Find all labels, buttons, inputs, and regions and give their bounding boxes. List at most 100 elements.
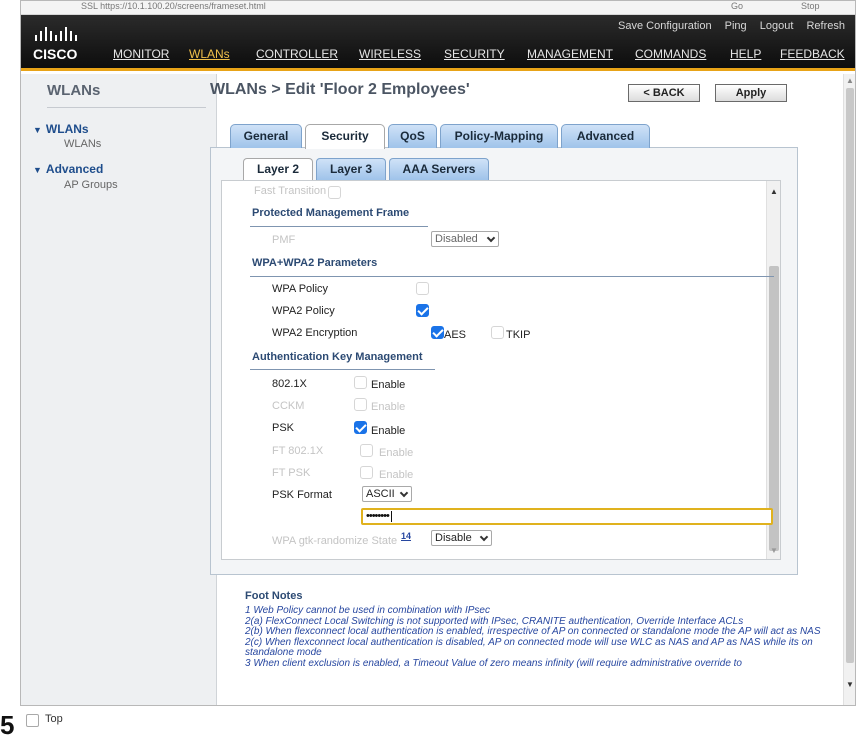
sidebar-item-ap-groups[interactable]: AP Groups — [64, 179, 118, 191]
top-label: Top — [45, 713, 63, 725]
fast-transition-label: Fast Transition — [254, 185, 327, 197]
akm-ft-8021x-enable-label: Enable — [379, 447, 414, 459]
chevron-down-icon — [479, 532, 489, 542]
footnotes-title: Foot Notes — [245, 590, 303, 602]
sidebar-group-advanced[interactable]: ▼ Advanced — [33, 162, 103, 176]
refresh-link[interactable]: Refresh — [806, 20, 845, 32]
header-bar: CISCO Save Configuration Ping Logout Ref… — [21, 15, 855, 71]
address-strip: SSL https://10.1.100.20/screens/frameset… — [21, 1, 855, 15]
tab-advanced[interactable]: Advanced — [561, 124, 650, 148]
triangle-down-icon: ▼ — [33, 125, 42, 135]
wpa2-policy-checkbox[interactable] — [416, 304, 429, 317]
scroll-down-icon[interactable]: ▼ — [846, 680, 854, 689]
footnotes-section: Foot Notes 1 Web Policy cannot be used i… — [210, 578, 821, 702]
subtab-layer-3[interactable]: Layer 3 — [316, 158, 386, 180]
logo-text: CISCO — [33, 46, 77, 62]
triangle-down-icon: ▼ — [33, 165, 42, 175]
psk-format-label: PSK Format — [272, 489, 332, 501]
akm-cckm-checkbox[interactable] — [354, 398, 367, 411]
nav-commands[interactable]: COMMANDS — [635, 47, 706, 61]
sidebar-group-wlans[interactable]: ▼ WLANs — [33, 122, 89, 136]
gtk-footnote-link[interactable]: 14 — [401, 531, 411, 541]
sidebar-group-label: Advanced — [45, 162, 104, 176]
sidebar-group-label: WLANs — [45, 122, 89, 136]
pmf-label: PMF — [272, 234, 296, 246]
utility-links: Save Configuration Ping Logout Refresh — [608, 20, 845, 32]
nav-feedback[interactable]: FEEDBACK — [780, 47, 845, 61]
scroll-down-icon[interactable]: ▼ — [770, 546, 778, 555]
footnotes-text: 1 Web Policy cannot be used in combinati… — [245, 605, 830, 669]
sidebar: WLANs ▼ WLANs WLANs ▼ Advanced AP Groups — [21, 74, 217, 705]
gtk-randomize-select[interactable]: Disable — [431, 530, 492, 546]
page-scrollbar[interactable]: ▲ ▼ — [843, 74, 855, 705]
section-divider — [250, 276, 774, 277]
nav-controller[interactable]: CONTROLLER — [256, 47, 338, 61]
section-divider — [250, 369, 435, 370]
nav-security[interactable]: SECURITY — [444, 47, 505, 61]
akm-8021x-label: 802.1X — [272, 378, 307, 390]
panel-scrollbar[interactable]: ▲ ▼ — [766, 181, 780, 559]
scroll-up-icon[interactable]: ▲ — [846, 76, 854, 85]
pmf-select[interactable]: Disabled — [431, 231, 499, 247]
psk-format-select[interactable]: ASCII — [362, 486, 412, 502]
ping-link[interactable]: Ping — [725, 20, 747, 32]
layer2-settings-panel: ▲ ▼ — [221, 180, 781, 560]
tab-general[interactable]: General — [230, 124, 302, 148]
page-title: WLANs > Edit 'Floor 2 Employees' — [210, 81, 470, 98]
akm-ft-psk-checkbox[interactable] — [360, 466, 373, 479]
tkip-label: TKIP — [506, 329, 531, 341]
nav-management[interactable]: MANAGEMENT — [527, 47, 613, 61]
subtab-layer-2[interactable]: Layer 2 — [243, 158, 313, 181]
wpa-section-heading: WPA+WPA2 Parameters — [252, 257, 378, 269]
tab-policy-mapping[interactable]: Policy-Mapping — [440, 124, 558, 148]
akm-psk-checkbox[interactable] — [354, 421, 367, 434]
pmf-select-value: Disabled — [435, 233, 478, 245]
sidebar-item-wlans[interactable]: WLANs — [64, 138, 101, 150]
page-scroll-thumb[interactable] — [846, 88, 854, 663]
back-button[interactable]: < BACK — [628, 84, 700, 102]
wpa-policy-label: WPA Policy — [272, 283, 329, 295]
main-nav: MONITOR WLANs CONTROLLER WIRELESS SECURI… — [113, 47, 855, 67]
akm-psk-label: PSK — [272, 422, 295, 434]
scroll-up-icon[interactable]: ▲ — [770, 187, 778, 196]
wpa2-policy-label: WPA2 Policy — [272, 305, 335, 317]
text-caret — [390, 510, 392, 522]
footnote-line: 1 Web Policy cannot be used in combinati… — [245, 605, 490, 616]
gtk-randomize-label: WPA gtk-randomize State — [272, 535, 398, 547]
akm-cckm-enable-label: Enable — [371, 401, 406, 413]
wpa2-encryption-label: WPA2 Encryption — [272, 327, 358, 339]
tab-security[interactable]: Security — [305, 124, 385, 149]
section-divider — [250, 226, 428, 227]
tkip-checkbox[interactable] — [491, 326, 504, 339]
nav-wireless[interactable]: WIRELESS — [359, 47, 421, 61]
akm-ft-8021x-checkbox[interactable] — [360, 444, 373, 457]
tab-qos[interactable]: QoS — [388, 124, 437, 148]
subtab-aaa-servers[interactable]: AAA Servers — [389, 158, 489, 180]
akm-ft-psk-enable-label: Enable — [379, 469, 414, 481]
sidebar-divider — [47, 107, 206, 108]
aes-checkbox[interactable] — [431, 326, 444, 339]
fast-transition-checkbox[interactable] — [328, 186, 341, 199]
chevron-down-icon — [399, 488, 409, 498]
akm-ft-psk-label: FT PSK — [272, 467, 311, 479]
gtk-randomize-select-value: Disable — [435, 532, 472, 544]
akm-8021x-enable-label: Enable — [371, 379, 406, 391]
akm-cckm-label: CCKM — [272, 400, 305, 412]
nav-monitor[interactable]: MONITOR — [113, 47, 169, 61]
save-configuration-link[interactable]: Save Configuration — [618, 20, 712, 32]
go-button[interactable]: Go — [731, 1, 743, 11]
cisco-logo-icon: CISCO — [33, 23, 105, 65]
aes-label: AES — [444, 329, 467, 341]
nav-help[interactable]: HELP — [730, 47, 761, 61]
akm-8021x-checkbox[interactable] — [354, 376, 367, 389]
address-text[interactable]: SSL https://10.1.100.20/screens/frameset… — [81, 1, 266, 11]
stop-button[interactable]: Stop — [801, 1, 820, 11]
wpa-policy-checkbox[interactable] — [416, 282, 429, 295]
nav-wlans[interactable]: WLANs — [189, 47, 230, 61]
pmf-section-heading: Protected Management Frame — [252, 207, 410, 219]
top-checkbox[interactable] — [26, 714, 39, 727]
logout-link[interactable]: Logout — [760, 20, 794, 32]
akm-psk-enable-label: Enable — [371, 425, 406, 437]
apply-button[interactable]: Apply — [715, 84, 787, 102]
psk-key-input[interactable]: •••••••• — [361, 508, 773, 525]
